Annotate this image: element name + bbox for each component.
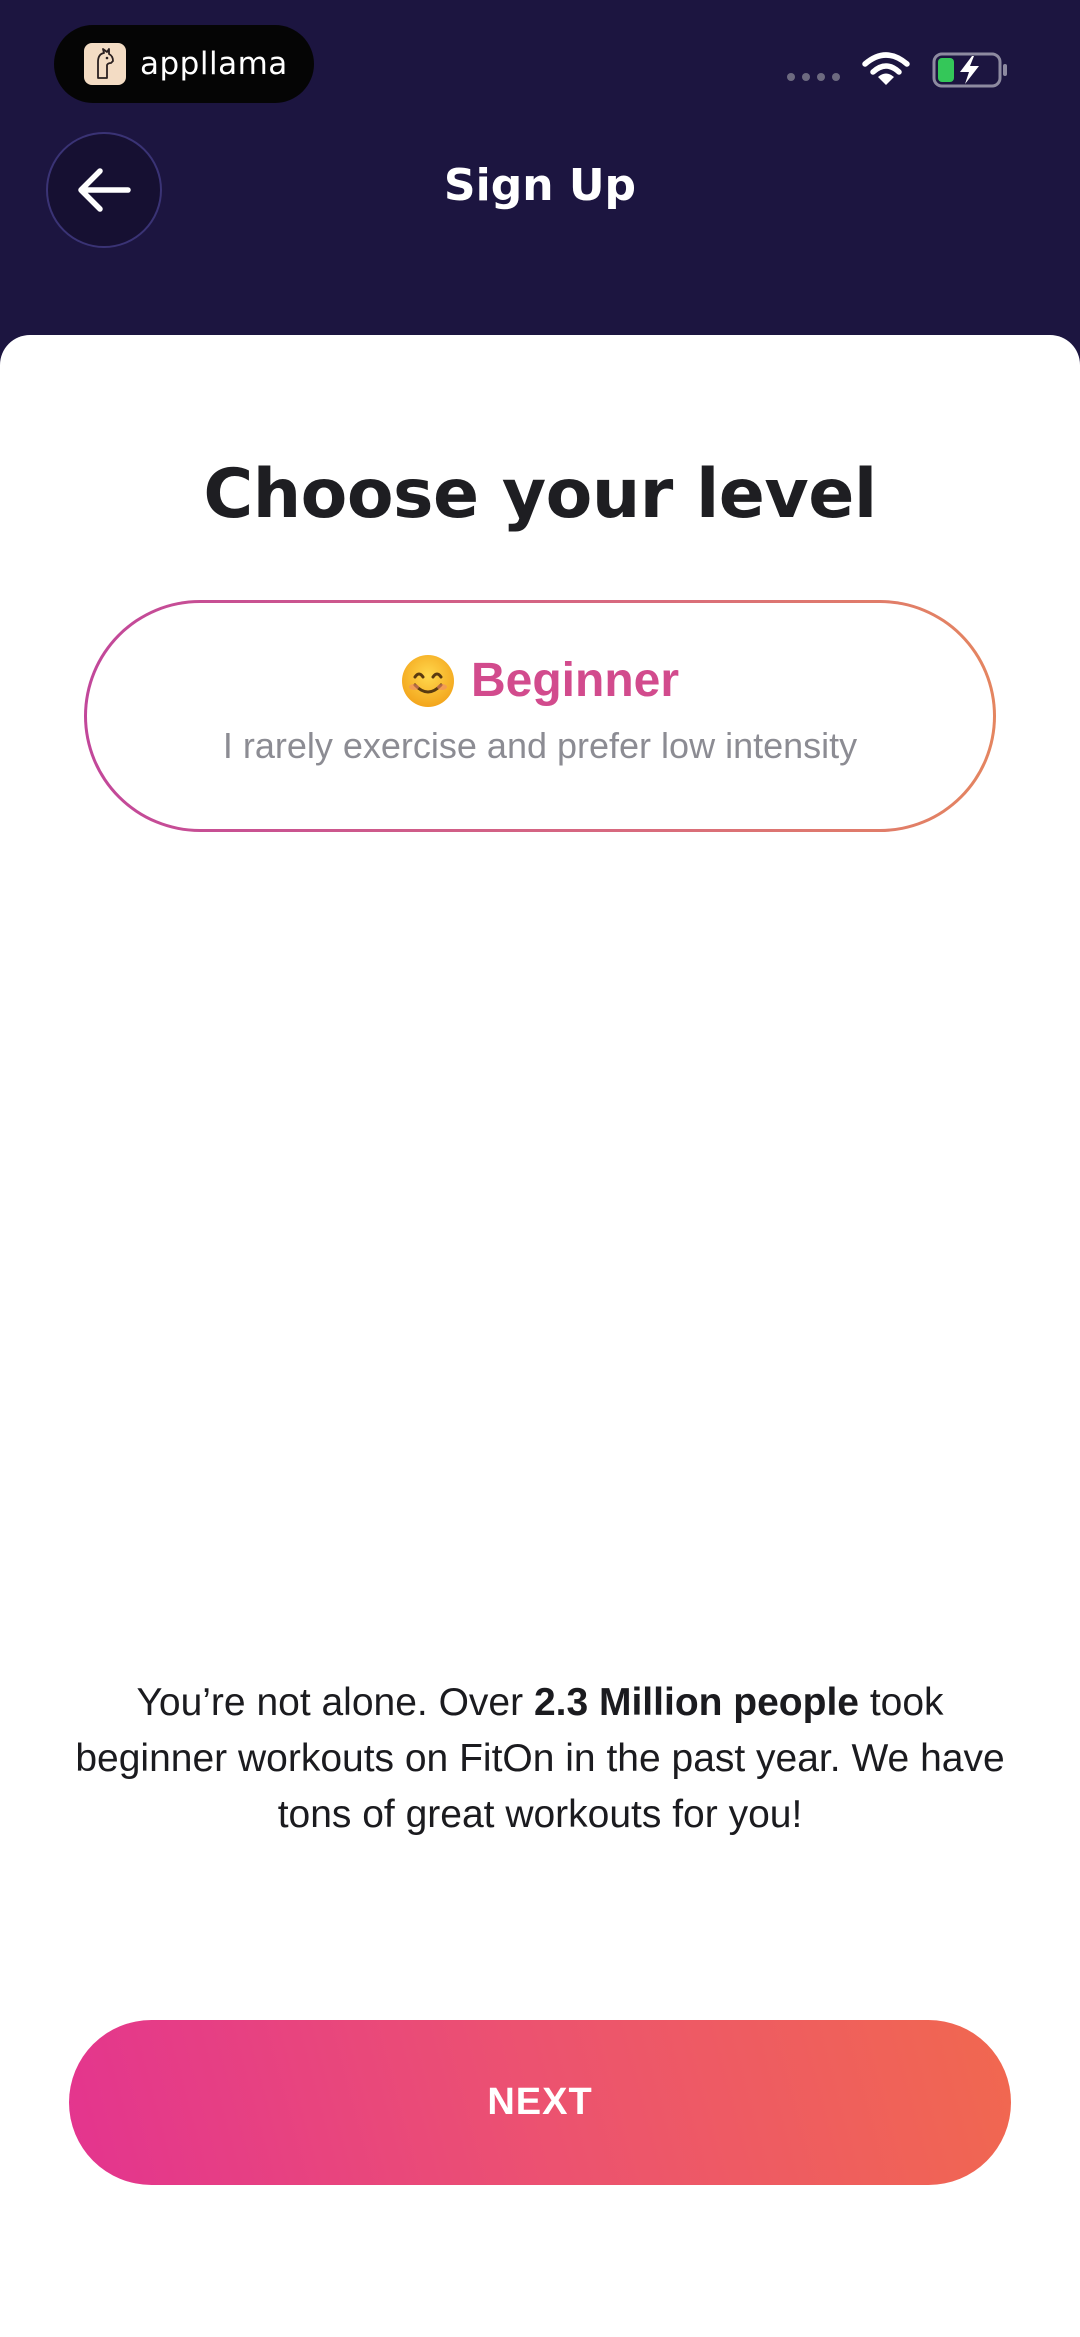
level-option-header: Beginner — [87, 653, 993, 708]
level-option-beginner[interactable]: Beginner I rarely exercise and prefer lo… — [84, 600, 996, 832]
appllama-badge: appllama — [54, 25, 314, 103]
level-option-inner: Beginner I rarely exercise and prefer lo… — [87, 603, 993, 829]
status-icons — [787, 50, 1008, 90]
community-info-text: You’re not alone. Over 2.3 Million peopl… — [60, 1675, 1020, 1843]
info-text-prefix: You’re not alone. Over — [136, 1681, 534, 1724]
page-title: Sign Up — [443, 160, 637, 211]
next-button[interactable]: NEXT — [69, 2020, 1011, 2185]
smiling-face-icon — [401, 654, 454, 707]
llama-logo-icon — [84, 43, 126, 85]
battery-charging-icon — [932, 52, 1007, 88]
level-name: Beginner — [470, 654, 680, 707]
level-description: I rarely exercise and prefer low intensi… — [222, 725, 858, 766]
app-header: appllama Sign Up — [0, 0, 1080, 345]
wifi-icon — [862, 52, 910, 85]
appllama-badge-label: appllama — [140, 46, 288, 82]
info-text-highlight: 2.3 Million people — [533, 1681, 859, 1724]
choose-level-heading: Choose your level — [203, 455, 877, 534]
content-sheet: Choose your level Beginner I rarely exer… — [0, 335, 1080, 2337]
cellular-signal-icon — [787, 73, 840, 81]
